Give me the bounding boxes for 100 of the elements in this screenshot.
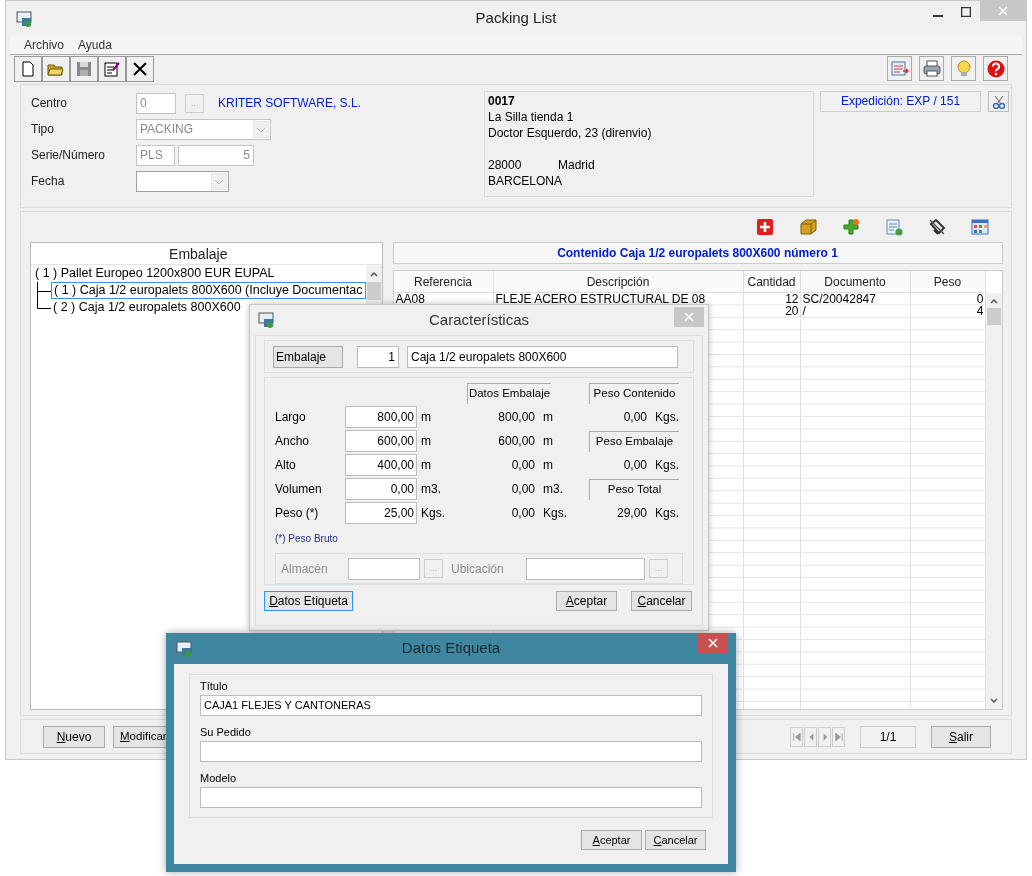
table-icon [970,218,989,236]
app-icon [176,640,192,657]
measure-value: 0,00 [510,505,536,522]
add-sheet-icon [884,218,903,236]
next-page-button[interactable] [818,726,831,747]
app-icon [258,312,274,328]
printer-button[interactable] [919,56,944,81]
scrollbar-thumb[interactable] [366,282,381,300]
window-title: Packing List [474,8,558,29]
field-label: Alto [275,457,297,474]
measure-field[interactable]: 400,00 [345,454,417,476]
column-header-button[interactable]: Datos Embalaje [467,382,551,404]
menu-item[interactable]: Archivo [24,36,64,54]
unit-label: m [420,457,432,474]
measure-field[interactable]: 600,00 [345,430,417,452]
table-button[interactable] [970,217,989,237]
last-page-button[interactable] [832,726,845,747]
dropdown-value: PACKING [140,121,195,138]
open-folder-button[interactable] [42,55,70,82]
add-item-button[interactable] [841,217,860,237]
lightbulb-button[interactable] [951,56,976,81]
cancel-button[interactable]: Cancelar [645,830,706,850]
unit-label: m3. [420,481,442,498]
measure-field[interactable]: 25,00 [345,502,417,524]
postal-code: 28000 [488,157,523,173]
table-cell: 12 [785,293,799,306]
add-sheet-button[interactable] [884,217,903,237]
text-field[interactable] [200,787,702,808]
add-button[interactable] [755,217,774,237]
table-cell: AA08 [395,293,425,306]
minimize-icon [933,15,943,17]
box-icon [798,218,817,236]
footnote: (*) Peso Bruto [275,532,339,546]
text-field[interactable]: CAJA1 FLEJES Y CANTONERAS [200,695,702,716]
measure-field[interactable]: 0,00 [345,478,417,500]
cut-button[interactable] [988,91,1009,112]
column-header: Documento [800,271,911,292]
close-icon [684,312,694,322]
text-field[interactable] [200,741,702,762]
weight-header-button[interactable]: Peso Contenido [589,382,679,404]
page-indicator: 1/1 [860,725,916,748]
save-icon [75,59,93,78]
packaging-button[interactable]: Embalaje [273,345,343,368]
dialog-title: Características [428,309,530,330]
table-cell: 20 [785,305,799,318]
address-line: Doctor Esquerdo, 23 (direnvio) [488,125,653,141]
measure-field[interactable]: 800,00 [345,406,417,428]
delete-icon [131,59,149,78]
scrollbar-thumb[interactable] [986,308,1001,325]
label-data-button[interactable]: Datos Etiqueta [264,591,353,611]
dialog-title: Datos Etiqueta [400,638,502,659]
storage-field[interactable] [526,557,645,580]
unit-label: m [420,433,432,450]
help-button[interactable] [983,56,1008,81]
previous-page-button[interactable] [804,726,817,747]
close-button[interactable] [698,633,727,653]
name-field[interactable]: Caja 1/2 europalets 800X600 [407,345,678,368]
exit-button[interactable]: Salir [931,725,991,748]
measure-value: 600,00 [497,433,536,450]
column-header: Referencia [393,271,494,292]
close-icon [707,638,718,648]
field-label: Largo [275,409,307,426]
measure-value: 800,00 [497,409,536,426]
content-title: Contenido Caja 1/2 europalets 800X600 número 1 [392,242,1003,264]
storage-field[interactable] [348,557,420,580]
tree-item[interactable]: ( 1 ) Pallet Europeo 1200x800 EUR EUPAL [33,265,277,282]
field-label: Centro [31,95,69,112]
measure-value: 0,00 [510,457,536,474]
first-page-button[interactable] [790,726,803,747]
unit-label: Kgs. [655,457,679,474]
list-export-icon [889,58,910,79]
unit-label: Kgs. [543,505,568,522]
unit-label: m [543,433,554,450]
cancel-button[interactable]: Cancelar [631,591,692,611]
scissors-icon [991,94,1006,109]
new-document-icon [19,59,37,78]
accept-button[interactable]: Aceptar [556,591,617,611]
edit-document-button[interactable] [98,55,126,82]
field-label: Fecha [31,173,66,190]
menu-item[interactable]: Ayuda [78,36,112,54]
weight-value: 0,00 [623,409,647,426]
list-export-button[interactable] [887,56,912,81]
accept-button[interactable]: Aceptar [581,830,642,850]
delete-button[interactable] [126,55,154,82]
add-item-icon [841,218,860,236]
scroll-up-icon [368,269,379,279]
tree-item[interactable]: ( 2 ) Caja 1/2 europalets 800X600 [51,299,243,316]
scroll-down-icon [988,696,999,706]
number-field[interactable]: 1 [357,345,399,368]
table-cell: 4 [976,305,984,318]
dropdown-field[interactable] [136,170,229,192]
action-button[interactable]: Nuevo [43,725,105,748]
tree-item[interactable]: ( 1 ) Caja 1/2 europalets 800X600 (Incluye Documentac [51,282,366,299]
new-document-button[interactable] [14,55,42,82]
city: Madrid [558,157,595,173]
weight-header-button[interactable]: Peso Total [589,478,679,500]
measure-value: 0,00 [510,481,536,498]
printer-icon [921,58,942,79]
box-button[interactable] [798,217,817,237]
weight-header-button[interactable]: Peso Embalaje [589,430,679,452]
